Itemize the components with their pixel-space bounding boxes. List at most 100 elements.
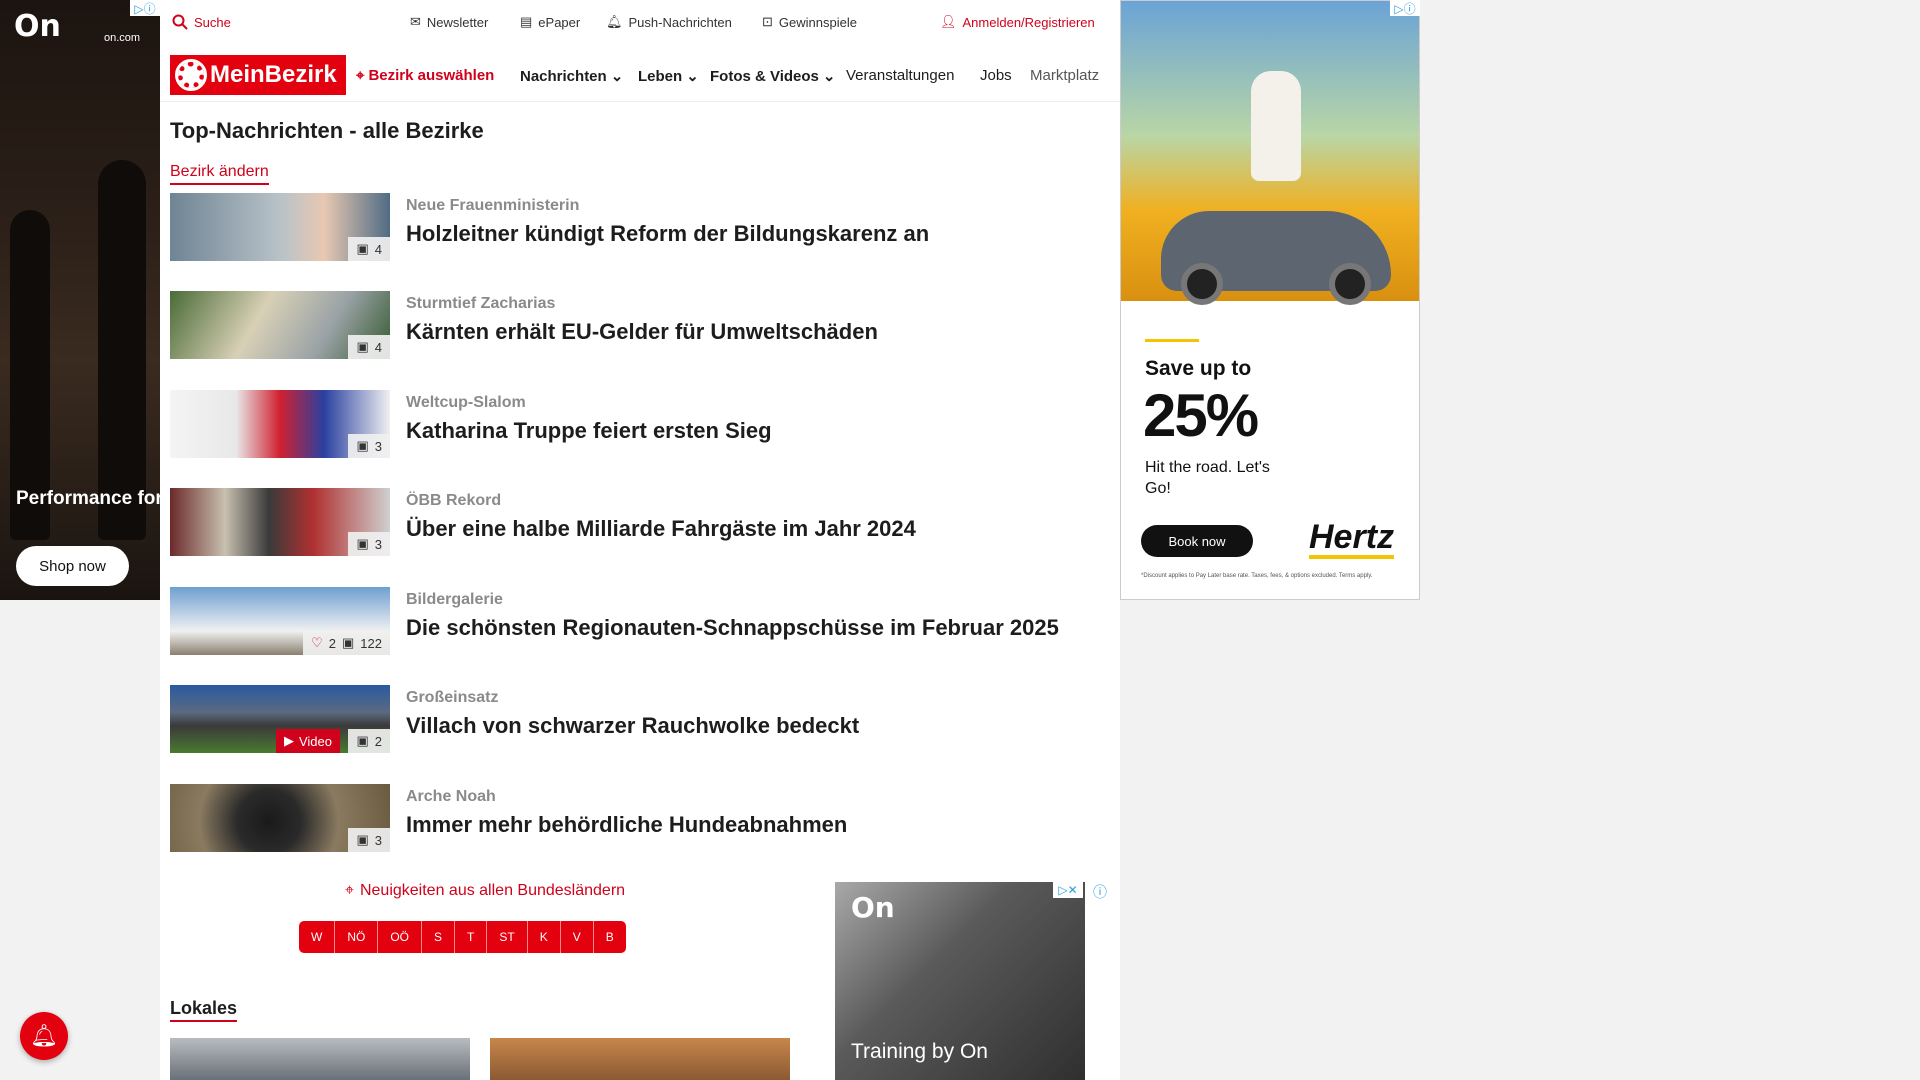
shop-now-button[interactable]: Shop now: [16, 546, 129, 586]
accent-bar: [1145, 339, 1199, 342]
nav-item-fotos-videos[interactable]: Fotos & Videos ⌄: [710, 67, 836, 86]
article-item[interactable]: ▣ 4 Neue Frauenministerin Holzleitner kün…: [170, 193, 1110, 261]
article-headline[interactable]: Villach von schwarzer Rauchwolke bedeckt: [406, 713, 859, 739]
article-thumbnail[interactable]: ▣ 3: [170, 784, 390, 852]
state-button-v[interactable]: V: [561, 921, 594, 953]
left-skyscraper-ad[interactable]: On on.com Performance for every run Shop…: [0, 0, 160, 600]
article-thumbnail[interactable]: ▣ 4: [170, 291, 390, 359]
info-icon[interactable]: ⓘ: [1093, 882, 1107, 902]
chevron-down-icon: ⌄: [822, 68, 836, 85]
sun-logo-icon: [175, 59, 207, 91]
nav-item-veranstaltungen[interactable]: Veranstaltungen: [846, 67, 954, 84]
gallery-icon: ▣: [342, 635, 355, 650]
article-thumbnail[interactable]: ▣ 4: [170, 193, 390, 261]
nav-label: Fotos & Videos: [710, 67, 819, 85]
user-icon: 👤︎: [940, 14, 957, 29]
state-button-st[interactable]: ST: [487, 921, 528, 953]
ad-percentage: 25%: [1143, 382, 1259, 449]
article-headline[interactable]: Katharina Truppe feiert ersten Sieg: [406, 418, 772, 444]
state-button-s[interactable]: S: [422, 921, 456, 953]
article-item[interactable]: ▣ 3 Arche Noah Immer mehr behördliche Hun…: [170, 784, 1110, 852]
article-kicker: Bildergalerie: [406, 591, 503, 608]
right-rectangle-ad[interactable]: Save up to 25% Hit the road. Let's Go! B…: [1120, 0, 1420, 600]
article-headline[interactable]: Kärnten erhält EU-Gelder für Umweltschäd…: [406, 319, 878, 345]
adchoices-icon[interactable]: ▷ⓘ: [130, 0, 160, 16]
nav-item-leben[interactable]: Leben ⌄: [638, 67, 699, 86]
play-icon: ▶: [283, 733, 294, 748]
gallery-icon: ▣: [356, 832, 369, 847]
meinbezirk-logo[interactable]: MeinBezirk: [170, 55, 346, 95]
epaper-link[interactable]: ▤ ePaper: [520, 14, 580, 30]
search-link[interactable]: Suche: [172, 14, 231, 30]
adchoices-icon[interactable]: ▷✕: [1053, 882, 1083, 898]
bell-icon: 🔔︎: [606, 14, 623, 29]
on-logo: On: [14, 9, 61, 44]
login-link[interactable]: 👤︎ Anmelden/Registrieren: [940, 14, 1095, 30]
article-thumbnail[interactable]: ▶ Video ▣ 2: [170, 685, 390, 753]
article-item[interactable]: ▶ Video ▣ 2 Großeinsatz Villach von schwar…: [170, 685, 1110, 753]
article-headline[interactable]: Immer mehr behördliche Hundeabnahmen: [406, 812, 847, 838]
article-headline[interactable]: Holzleitner kündigt Reform der Bildungsk…: [406, 221, 929, 247]
image-count: 3: [374, 536, 382, 552]
gewinnspiele-link[interactable]: ⊡ Gewinnspiele: [762, 14, 857, 30]
state-button-ooe[interactable]: OÖ: [378, 921, 422, 953]
ad-bottom-text: Training by On: [851, 1040, 988, 1063]
state-button-b[interactable]: B: [594, 921, 626, 953]
main-column: Suche ✉ Newsletter ▤ ePaper 🔔︎ Push-Nach…: [160, 0, 1120, 1080]
on-logo: On: [851, 891, 895, 924]
page-title: Top-Nachrichten - alle Bezirke: [170, 118, 484, 143]
login-label: Anmelden/Registrieren: [962, 14, 1095, 30]
push-label: Push-Nachrichten: [628, 14, 732, 30]
article-item[interactable]: ♡ 2 ▣ 122 Bildergalerie Die schönsten Regi…: [170, 587, 1110, 655]
article-thumbnail[interactable]: ♡ 2 ▣ 122: [170, 587, 390, 655]
nav-label: Marktplatz: [1030, 67, 1100, 84]
ad-save-text: Save up to: [1145, 357, 1252, 380]
newsletter-label: Newsletter: [426, 14, 489, 30]
article-item[interactable]: ▣ 3 Weltcup-Slalom Katharina Truppe feier…: [170, 390, 1110, 458]
image-count: 4: [374, 339, 382, 355]
nav-label: Veranstaltungen: [846, 67, 955, 84]
state-button-k[interactable]: K: [528, 921, 561, 953]
runner-figure: [98, 160, 146, 540]
nav-label: Nachrichten: [520, 67, 607, 85]
lokales-thumbnail[interactable]: [490, 1038, 790, 1080]
search-icon: [172, 14, 188, 30]
chevron-down-icon: ⌄: [610, 68, 624, 85]
video-label: Video: [298, 733, 332, 749]
epaper-label: ePaper: [538, 14, 581, 30]
ad-person-figure: [1251, 71, 1301, 181]
state-button-noe[interactable]: NÖ: [335, 921, 379, 953]
newsletter-link[interactable]: ✉ Newsletter: [410, 14, 488, 30]
newspaper-icon: ▤: [520, 14, 533, 29]
top-bar: Suche ✉ Newsletter ▤ ePaper 🔔︎ Push-Nach…: [160, 0, 1120, 48]
lokales-thumbnail[interactable]: [170, 1038, 470, 1080]
book-now-button[interactable]: Book now: [1141, 525, 1253, 557]
nav-item-marktplatz[interactable]: Marktplatz: [1030, 67, 1099, 84]
image-count: 3: [374, 832, 382, 848]
ad-wheel: [1329, 263, 1371, 305]
article-item[interactable]: ▣ 4 Sturmtief Zacharias Kärnten erhält EU…: [170, 291, 1110, 359]
push-link[interactable]: 🔔︎ Push-Nachrichten: [606, 14, 732, 30]
nav-item-jobs[interactable]: Jobs: [980, 67, 1012, 84]
nav-item-nachrichten[interactable]: Nachrichten ⌄: [520, 67, 624, 86]
article-item[interactable]: ▣ 3 ÖBB Rekord Über eine halbe Milliarde …: [170, 488, 1110, 556]
change-bezirk-link[interactable]: Bezirk ändern: [170, 163, 269, 185]
bezirk-select[interactable]: ⌖ Bezirk auswählen: [356, 67, 494, 84]
in-content-ad[interactable]: On Training by On: [835, 882, 1085, 1080]
article-kicker: Großeinsatz: [406, 689, 499, 706]
mail-icon: ✉: [410, 14, 421, 29]
image-count-badge: ▣ 4: [348, 237, 390, 261]
article-kicker: ÖBB Rekord: [406, 492, 502, 509]
states-selector: W NÖ OÖ S T ST K V B: [299, 921, 626, 953]
bell-icon: 🔔︎: [30, 1023, 58, 1049]
notification-bell-button[interactable]: 🔔︎: [20, 1012, 68, 1060]
article-headline[interactable]: Die schönsten Regionauten-Schnappschüsse…: [406, 615, 1059, 641]
state-button-w[interactable]: W: [299, 921, 336, 953]
article-thumbnail[interactable]: ▣ 3: [170, 390, 390, 458]
state-button-t[interactable]: T: [455, 921, 488, 953]
article-headline[interactable]: Über eine halbe Milliarde Fahrgäste im J…: [406, 516, 916, 542]
bezirk-select-label: Bezirk auswählen: [368, 67, 495, 84]
gewinnspiele-label: Gewinnspiele: [778, 14, 857, 30]
adchoices-icon[interactable]: ▷ⓘ: [1390, 0, 1420, 16]
article-thumbnail[interactable]: ▣ 3: [170, 488, 390, 556]
